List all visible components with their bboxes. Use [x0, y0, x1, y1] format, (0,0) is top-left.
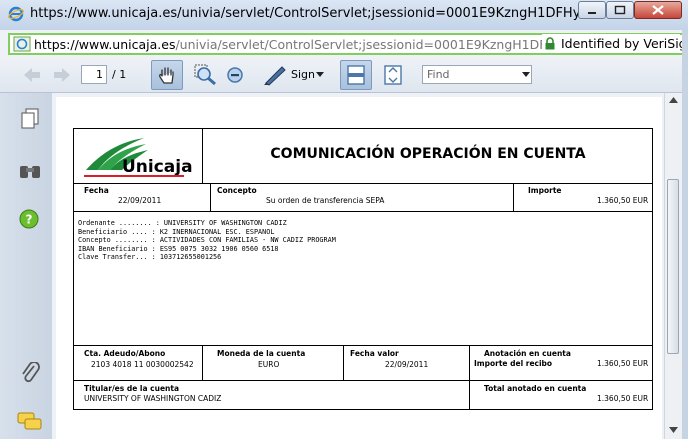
lock-icon	[545, 37, 555, 50]
concepto-value: Su orden de transferencia SEPA	[266, 196, 385, 205]
page-total: / 1	[112, 68, 127, 81]
find-input[interactable]: Find	[422, 65, 532, 84]
maximize-icon	[614, 5, 626, 15]
window-titlebar: https://www.unicaja.es/univia/servlet/Co…	[0, 0, 688, 31]
importe-value: 1.360,50 EUR	[597, 196, 649, 205]
help-icon[interactable]: ?	[19, 209, 39, 229]
fit-width-icon	[347, 65, 365, 85]
anotacion-label: Anotación en cuenta	[484, 349, 571, 358]
fecha-value: 22/09/2011	[118, 196, 162, 205]
fecha-valor-value: 22/09/2011	[385, 360, 429, 369]
hand-tool-button[interactable]	[151, 60, 183, 90]
vertical-scrollbar[interactable]	[664, 93, 682, 439]
maximize-button[interactable]	[606, 1, 634, 19]
scroll-up-icon[interactable]	[669, 97, 678, 103]
detail-line-2: Beneficiario .... : K2 INERNACIONAL ESC.…	[78, 227, 275, 236]
comments-icon[interactable]	[17, 412, 43, 432]
fit-width-button[interactable]	[340, 60, 372, 90]
moneda-value: EURO	[258, 360, 280, 369]
cta-value: 2103 4018 11 0030002542	[91, 360, 194, 369]
url-text[interactable]: https://www.unicaja.es/univia/servlet/Co…	[34, 37, 628, 52]
window-border	[682, 30, 688, 439]
detail-line-4: IBAN Beneficiario : ES95 0075 3032 1906 …	[78, 244, 279, 253]
minimize-button[interactable]	[578, 1, 606, 19]
page-number-input[interactable]: 1	[81, 65, 107, 84]
total-label: Total anotado en cuenta	[484, 384, 587, 393]
titular-label: Titular/es de la cuenta	[84, 384, 180, 393]
brand-underline	[84, 175, 184, 177]
importe-recibo-value: 1.360,50 EUR	[597, 359, 649, 368]
close-icon	[652, 5, 664, 15]
document-title: COMUNICACIÓN OPERACIÓN EN CUENTA	[270, 146, 586, 162]
attachment-icon[interactable]	[20, 362, 42, 386]
identity-text: Identified by VeriSign	[561, 36, 688, 51]
scroll-down-icon[interactable]	[669, 427, 678, 433]
close-button[interactable]	[634, 1, 682, 19]
fecha-valor-label: Fecha valor	[350, 349, 399, 358]
fit-page-icon[interactable]	[383, 64, 403, 86]
sign-menu[interactable]: Sign	[291, 68, 315, 81]
find-dropdown-icon[interactable]	[522, 72, 530, 78]
total-value: 1.360,50 EUR	[597, 394, 649, 403]
importe-label: Importe	[528, 186, 562, 195]
moneda-label: Moneda de la cuenta	[217, 349, 306, 358]
importe-recibo-label: Importe del recibo	[474, 359, 553, 368]
svg-text:?: ?	[26, 213, 33, 227]
page-icon	[13, 36, 31, 52]
detail-line-3: Concepto ........ : ACTIVIDADES CON FAMI…	[78, 236, 336, 244]
url-host: https://www.unicaja.es	[34, 37, 176, 52]
binoculars-icon[interactable]	[18, 160, 42, 180]
sign-pen-icon[interactable]	[262, 64, 288, 86]
previous-page-icon[interactable]	[22, 66, 42, 84]
internet-explorer-icon	[8, 6, 24, 22]
scrollbar-thumb[interactable]	[667, 179, 679, 354]
next-page-icon[interactable]	[52, 66, 72, 84]
brand-name: Unicaja	[122, 157, 193, 177]
identity-badge[interactable]: Identified by VeriSign	[542, 34, 688, 53]
concepto-label: Concepto	[217, 186, 257, 195]
navigation-panel	[0, 93, 52, 439]
detail-line-1: Ordenante ........ : UNIVERSITY OF WASHI…	[78, 219, 287, 227]
hand-icon	[159, 67, 174, 84]
minimize-icon	[588, 12, 596, 14]
fecha-label: Fecha	[84, 186, 109, 195]
titular-value: UNIVERSITY OF WASHINGTON CADIZ	[84, 394, 222, 403]
detail-line-5: Clave Transfer... : 103712655001256	[78, 253, 222, 261]
sign-dropdown-icon[interactable]	[316, 72, 324, 78]
zoom-out-icon[interactable]	[226, 66, 244, 84]
pages-icon[interactable]	[20, 108, 40, 130]
window-title: https://www.unicaja.es/univia/servlet/Co…	[30, 6, 578, 21]
cta-label: Cta. Adeudo/Abono	[84, 349, 166, 358]
marquee-zoom-icon[interactable]	[194, 64, 218, 86]
